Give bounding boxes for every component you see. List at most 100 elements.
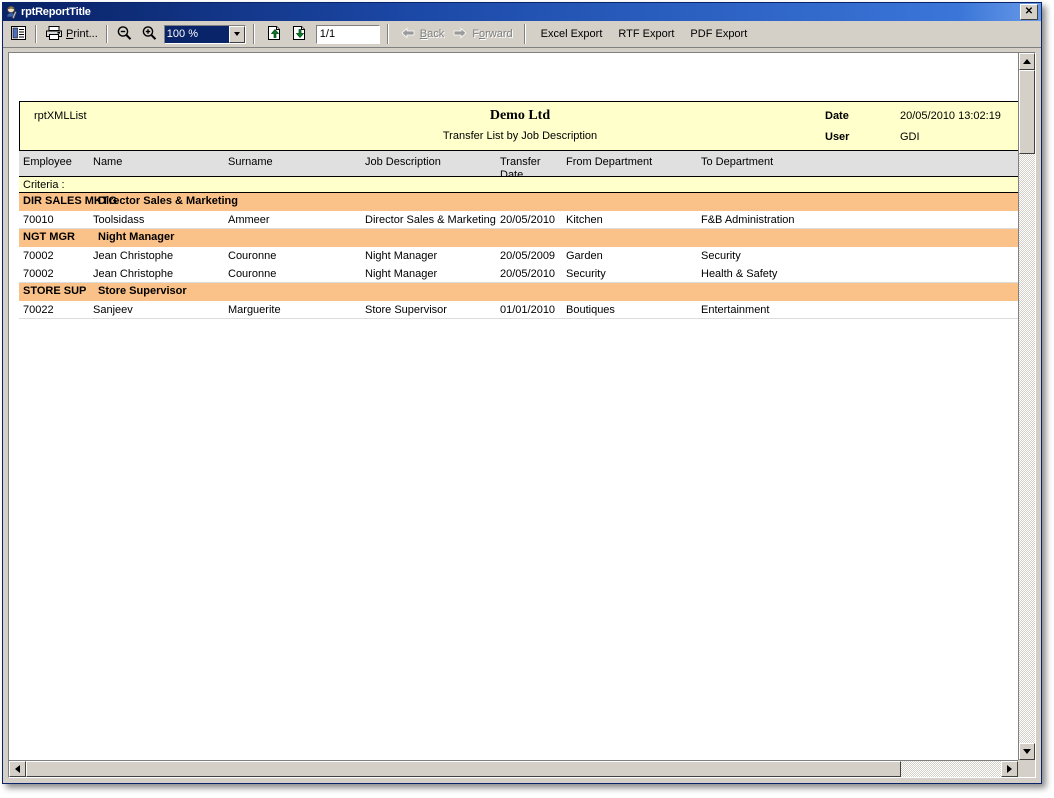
back-label: Back [420, 28, 444, 40]
cell-from-department: Kitchen [566, 214, 603, 226]
cell-job-description: Director Sales & Marketing [365, 214, 496, 226]
page-up-icon [266, 25, 283, 44]
cell-employee: 70002 [23, 268, 54, 280]
column-header-to-department: To Department [701, 156, 773, 168]
print-button[interactable]: Print... [41, 22, 102, 46]
group-header-row: STORE SUP Store Supervisor [19, 283, 1018, 301]
page-number-input[interactable]: 1/1 [316, 25, 380, 44]
report-body: rptXMLList Demo Ltd Transfer List by Job… [19, 101, 1018, 319]
next-page-button[interactable] [287, 22, 312, 46]
toolbar: Print... 100 % [3, 21, 1041, 48]
window-title: rptReportTitle [21, 6, 1020, 18]
report-viewer-window: rptReportTitle ✕ [2, 2, 1042, 784]
horizontal-scroll-thumb[interactable] [26, 761, 901, 777]
back-button[interactable]: Back [396, 22, 448, 46]
report-header: rptXMLList Demo Ltd Transfer List by Job… [19, 101, 1018, 150]
zoom-out-button[interactable] [112, 22, 137, 46]
zoom-level-value: 100 % [165, 26, 229, 43]
cell-transfer-date: 01/01/2010 [500, 304, 555, 316]
scroll-left-arrow-icon[interactable] [9, 761, 26, 777]
zoom-in-button[interactable] [137, 22, 162, 46]
cell-employee: 70022 [23, 304, 54, 316]
date-value: 20/05/2010 13:02:19 [900, 110, 1001, 122]
viewer-client-area: rptXMLList Demo Ltd Transfer List by Job… [4, 48, 1040, 782]
pdf-export-button[interactable]: PDF Export [682, 22, 755, 46]
vertical-scrollbar[interactable] [1018, 53, 1035, 760]
cell-surname: Ammeer [228, 214, 270, 226]
cell-name: Jean Christophe [93, 268, 173, 280]
cell-job-description: Store Supervisor [365, 304, 447, 316]
rtf-export-button[interactable]: RTF Export [610, 22, 682, 46]
group-header-row: DIR SALES MKTG Director Sales & Marketin… [19, 193, 1018, 211]
zoom-level-combobox[interactable]: 100 % [164, 25, 246, 44]
toolbar-separator-1 [35, 25, 37, 43]
cell-surname: Marguerite [228, 304, 281, 316]
toolbar-separator-5 [524, 24, 526, 44]
group-header-row: NGT MGR Night Manager [19, 229, 1018, 247]
scroll-up-arrow-icon[interactable] [1019, 53, 1035, 70]
cell-name: Toolsidass [93, 214, 144, 226]
document-outline-button[interactable] [6, 22, 31, 46]
zoom-out-icon [116, 25, 133, 44]
user-label: User [825, 131, 849, 143]
cell-job-description: Night Manager [365, 250, 437, 262]
cell-to-department: F&B Administration [701, 214, 795, 226]
title-bar: rptReportTitle ✕ [3, 3, 1041, 21]
criteria-label: Criteria : [23, 179, 65, 191]
excel-export-button[interactable]: Excel Export [533, 22, 611, 46]
report-page-canvas[interactable]: rptXMLList Demo Ltd Transfer List by Job… [9, 53, 1018, 760]
cell-transfer-date: 20/05/2010 [500, 268, 555, 280]
forward-label: Forward [472, 28, 512, 40]
table-row[interactable]: 70022 Sanjeev Marguerite Store Superviso… [19, 301, 1018, 319]
previous-page-button[interactable] [262, 22, 287, 46]
group-code: NGT MGR [23, 231, 75, 243]
column-header-from-department: From Department [566, 156, 652, 168]
criteria-row: Criteria : [19, 177, 1018, 193]
cell-to-department: Security [701, 250, 741, 262]
cell-surname: Couronne [228, 250, 276, 262]
chevron-down-icon[interactable] [229, 26, 245, 43]
cell-from-department: Boutiques [566, 304, 615, 316]
group-name: Night Manager [98, 231, 174, 243]
horizontal-scrollbar[interactable] [9, 760, 1018, 777]
toolbar-separator-2 [106, 25, 108, 43]
forward-button[interactable]: Forward [448, 22, 516, 46]
page-down-icon [291, 25, 308, 44]
cell-employee: 70010 [23, 214, 54, 226]
arrow-left-icon [400, 26, 416, 43]
group-name: Store Supervisor [98, 285, 187, 297]
print-label: Print... [66, 28, 98, 40]
cell-from-department: Garden [566, 250, 603, 262]
table-row[interactable]: 70002 Jean Christophe Couronne Night Man… [19, 265, 1018, 283]
date-label: Date [825, 110, 849, 122]
cell-name: Jean Christophe [93, 250, 173, 262]
report-window-icon [5, 5, 19, 19]
user-value: GDI [900, 131, 920, 143]
report-subtitle: Transfer List by Job Description [20, 130, 1018, 142]
cell-employee: 70002 [23, 250, 54, 262]
table-of-contents-icon [10, 25, 27, 44]
column-header-surname: Surname [228, 156, 273, 168]
column-header-employee: Employee [23, 156, 72, 168]
cell-surname: Couronne [228, 268, 276, 280]
vertical-scroll-thumb[interactable] [1019, 70, 1035, 154]
document-frame: rptXMLList Demo Ltd Transfer List by Job… [8, 52, 1036, 778]
group-name: Director Sales & Marketing [98, 195, 238, 207]
cell-to-department: Health & Safety [701, 268, 777, 280]
cell-name: Sanjeev [93, 304, 133, 316]
table-row[interactable]: 70010 Toolsidass Ammeer Director Sales &… [19, 211, 1018, 229]
column-header-row: Employee Name Surname Job Description Tr… [19, 150, 1018, 177]
table-row[interactable]: 70002 Jean Christophe Couronne Night Man… [19, 247, 1018, 265]
cell-job-description: Night Manager [365, 268, 437, 280]
cell-transfer-date: 20/05/2010 [500, 214, 555, 226]
scroll-right-arrow-icon[interactable] [1001, 761, 1018, 777]
vertical-scroll-track[interactable] [1019, 70, 1035, 743]
company-name: Demo Ltd [20, 108, 1018, 124]
page-number-value: 1/1 [320, 28, 335, 40]
column-header-name: Name [93, 156, 122, 168]
close-icon[interactable]: ✕ [1020, 4, 1038, 20]
toolbar-separator-4 [387, 24, 389, 44]
scroll-down-arrow-icon[interactable] [1019, 743, 1035, 760]
group-code: STORE SUP [23, 285, 86, 297]
cell-transfer-date: 20/05/2009 [500, 250, 555, 262]
